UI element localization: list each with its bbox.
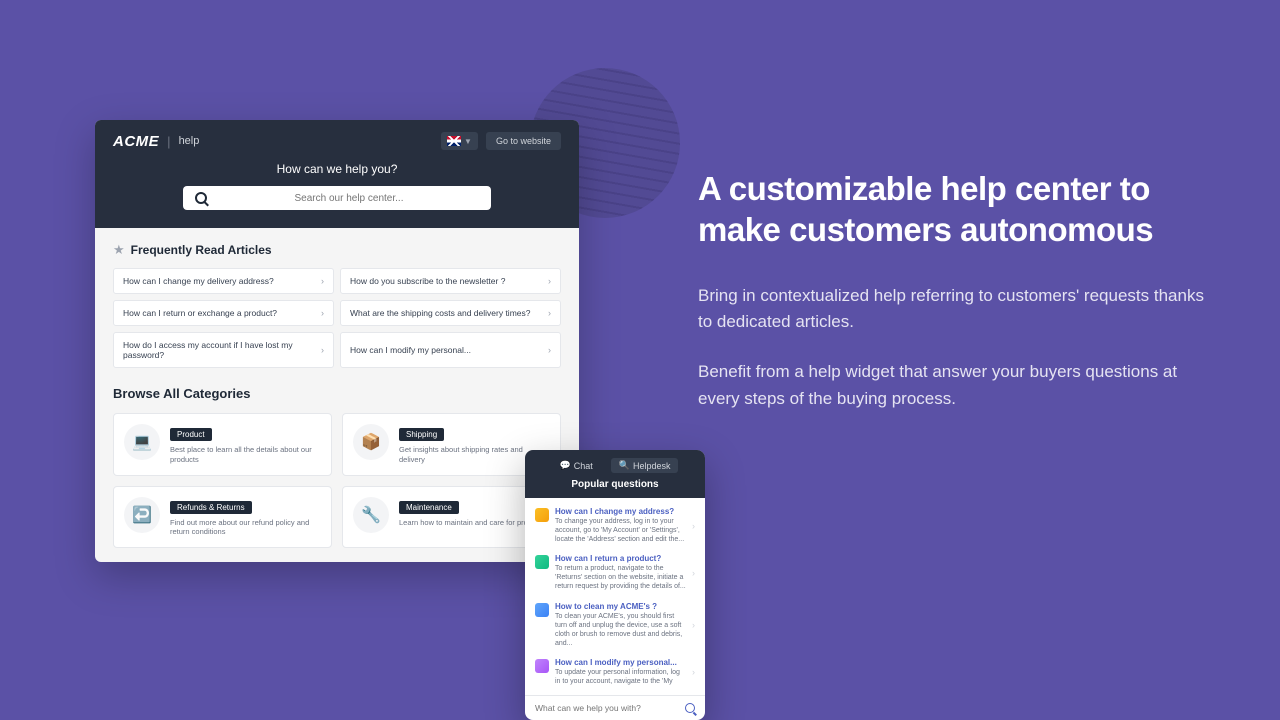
avatar bbox=[535, 508, 549, 522]
freq-articles-heading: Frequently Read Articles bbox=[131, 243, 272, 257]
article-title: How can I modify my personal... bbox=[350, 345, 471, 355]
widget-title: Popular questions bbox=[535, 479, 695, 490]
widget-list: How can I change my address?To change yo… bbox=[525, 498, 705, 695]
box-icon: 📦 bbox=[353, 424, 389, 460]
category-desc: Find out more about our refund policy an… bbox=[170, 518, 321, 538]
category-card[interactable]: ↩️ Refunds & Returns Find out more about … bbox=[113, 486, 332, 549]
category-tag: Refunds & Returns bbox=[170, 501, 252, 514]
faq-item[interactable]: How can I change my address?To change yo… bbox=[525, 502, 705, 549]
article-link[interactable]: How can I change my delivery address? › bbox=[113, 268, 334, 294]
page-title: How can we help you? bbox=[113, 162, 561, 176]
category-tag: Maintenance bbox=[399, 501, 459, 514]
widget-search-input[interactable] bbox=[535, 703, 685, 713]
category-tag: Product bbox=[170, 428, 212, 441]
article-title: How do I access my account if I have los… bbox=[123, 340, 321, 360]
chevron-right-icon: › bbox=[548, 276, 551, 286]
category-desc: Best place to learn all the details abou… bbox=[170, 445, 321, 465]
faq-answer: To update your personal information, log… bbox=[555, 668, 686, 686]
helpdesk-tab[interactable]: 🔍Helpdesk bbox=[611, 458, 679, 473]
help-label: help bbox=[179, 135, 200, 147]
article-link[interactable]: How do you subscribe to the newsletter ?… bbox=[340, 268, 561, 294]
chevron-right-icon: › bbox=[692, 620, 695, 630]
logo: ACME bbox=[113, 133, 159, 150]
search-icon[interactable] bbox=[685, 703, 695, 713]
avatar bbox=[535, 603, 549, 617]
avatar bbox=[535, 659, 549, 673]
article-title: What are the shipping costs and delivery… bbox=[350, 308, 530, 318]
tab-label: Helpdesk bbox=[633, 461, 671, 471]
chevron-right-icon: › bbox=[321, 276, 324, 286]
widget-header: 💬Chat 🔍Helpdesk Popular questions bbox=[525, 450, 705, 498]
article-title: How can I change my delivery address? bbox=[123, 276, 274, 286]
article-link[interactable]: What are the shipping costs and delivery… bbox=[340, 300, 561, 326]
article-link[interactable]: How do I access my account if I have los… bbox=[113, 332, 334, 368]
search-input[interactable] bbox=[219, 193, 479, 204]
brand: ACME | help bbox=[113, 133, 199, 150]
brand-divider: | bbox=[167, 134, 170, 149]
faq-item[interactable]: How can I modify my personal...To update… bbox=[525, 653, 705, 691]
faq-item[interactable]: How to clean my ACME's ?To clean your AC… bbox=[525, 597, 705, 653]
article-link[interactable]: How can I modify my personal... › bbox=[340, 332, 561, 368]
faq-answer: To return a product, navigate to the 'Re… bbox=[555, 564, 686, 591]
tools-icon: 🔧 bbox=[353, 497, 389, 533]
helpcenter-window: ACME | help ▼ Go to website How can we h… bbox=[95, 120, 579, 562]
faq-question: How to clean my ACME's ? bbox=[555, 602, 686, 611]
chevron-down-icon: ▼ bbox=[464, 137, 472, 146]
category-card[interactable]: 💻 Product Best place to learn all the det… bbox=[113, 413, 332, 476]
tab-label: Chat bbox=[574, 461, 593, 471]
search-bar[interactable] bbox=[183, 186, 491, 210]
chevron-right-icon: › bbox=[692, 521, 695, 531]
help-widget: 💬Chat 🔍Helpdesk Popular questions How ca… bbox=[525, 450, 705, 720]
chat-tab[interactable]: 💬Chat bbox=[552, 458, 601, 473]
chevron-right-icon: › bbox=[321, 308, 324, 318]
avatar bbox=[535, 555, 549, 569]
marketing-copy: A customizable help center to make custo… bbox=[698, 168, 1220, 436]
article-title: How do you subscribe to the newsletter ? bbox=[350, 276, 505, 286]
headline: A customizable help center to make custo… bbox=[698, 168, 1220, 251]
article-title: How can I return or exchange a product? bbox=[123, 308, 277, 318]
search-icon: 🔍 bbox=[619, 460, 630, 471]
search-icon bbox=[195, 192, 207, 204]
chevron-right-icon: › bbox=[692, 568, 695, 578]
laptop-icon: 💻 bbox=[124, 424, 160, 460]
faq-answer: To change your address, log in to your a… bbox=[555, 517, 686, 544]
article-link[interactable]: How can I return or exchange a product? › bbox=[113, 300, 334, 326]
category-tag: Shipping bbox=[399, 428, 444, 441]
chevron-right-icon: › bbox=[692, 667, 695, 677]
chevron-right-icon: › bbox=[321, 345, 324, 355]
faq-question: How can I return a product? bbox=[555, 554, 686, 563]
return-icon: ↩️ bbox=[124, 497, 160, 533]
faq-answer: To clean your ACME's, you should first t… bbox=[555, 612, 686, 648]
paragraph: Benefit from a help widget that answer y… bbox=[698, 359, 1220, 412]
chevron-right-icon: › bbox=[548, 345, 551, 355]
chat-icon: 💬 bbox=[560, 460, 571, 471]
browse-categories-heading: Browse All Categories bbox=[113, 386, 561, 401]
chevron-right-icon: › bbox=[548, 308, 551, 318]
helpcenter-header: ACME | help ▼ Go to website How can we h… bbox=[95, 120, 579, 228]
faq-question: How can I change my address? bbox=[555, 507, 686, 516]
star-icon: ★ bbox=[113, 242, 125, 258]
widget-footer bbox=[525, 695, 705, 720]
faq-question: How can I modify my personal... bbox=[555, 658, 686, 667]
language-selector[interactable]: ▼ bbox=[441, 132, 478, 150]
paragraph: Bring in contextualized help referring t… bbox=[698, 283, 1220, 336]
uk-flag-icon bbox=[447, 136, 461, 146]
faq-item[interactable]: How can I return a product?To return a p… bbox=[525, 549, 705, 596]
go-to-website-button[interactable]: Go to website bbox=[486, 132, 561, 150]
